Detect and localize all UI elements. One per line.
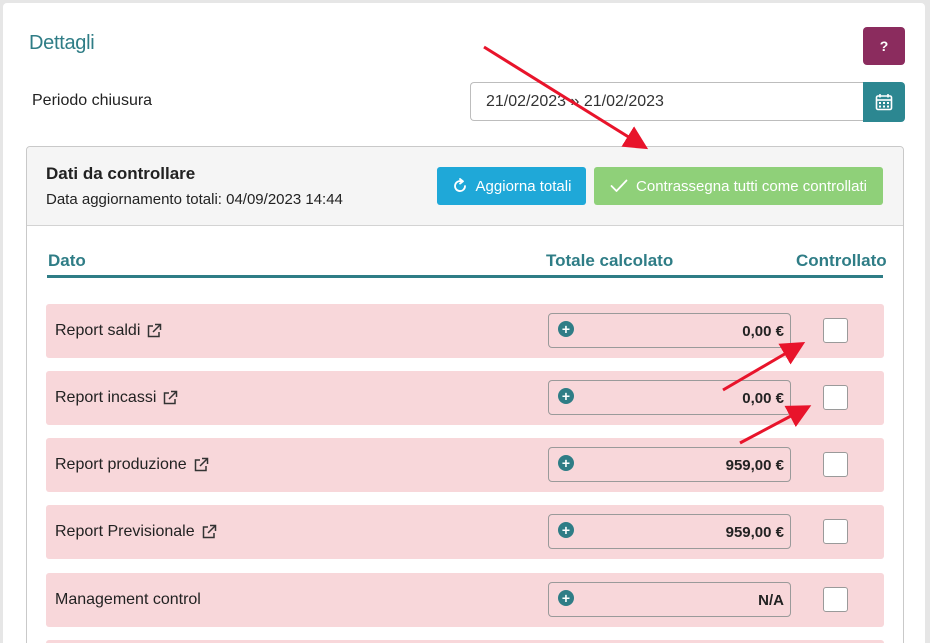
table-row: Report produzione + 959,00 € (46, 438, 884, 492)
refresh-totals-label: Aggiorna totali (475, 177, 572, 195)
refresh-icon (453, 178, 466, 192)
date-range-input[interactable]: 21/02/2023 » 21/02/2023 (470, 82, 864, 121)
row-label: Management control (55, 591, 201, 609)
plus-circle-icon[interactable]: + (558, 522, 574, 538)
help-button[interactable]: ? (863, 27, 905, 65)
total-field: + N/A (548, 582, 791, 617)
row-label-text[interactable]: Report produzione (55, 456, 187, 474)
table-row: Management control + N/A (46, 573, 884, 627)
row-label-text[interactable]: Report Previsionale (55, 523, 195, 541)
calendar-button[interactable] (863, 82, 905, 122)
external-link-icon[interactable] (201, 524, 217, 540)
row-label[interactable]: Report Previsionale (55, 523, 217, 541)
table-row: Report saldi + 0,00 € (46, 304, 884, 358)
table-row: Report Previsionale + 959,00 € (46, 505, 884, 559)
refresh-totals-button[interactable]: Aggiorna totali (437, 167, 586, 205)
table-row: Report incassi + 0,00 € (46, 371, 884, 425)
calendar-icon (875, 94, 893, 111)
external-link-icon[interactable] (162, 390, 178, 406)
total-amount: 0,00 € (742, 390, 784, 407)
panel-header: Dati da controllare Data aggiornamento t… (27, 147, 903, 226)
total-amount: 959,00 € (725, 457, 784, 474)
row-label[interactable]: Report saldi (55, 322, 162, 340)
row-label-text[interactable]: Report incassi (55, 389, 156, 407)
plus-circle-icon[interactable]: + (558, 388, 574, 404)
checked-checkbox[interactable] (823, 452, 848, 477)
checked-checkbox[interactable] (823, 318, 848, 343)
total-field: + 959,00 € (548, 514, 791, 549)
total-field: + 959,00 € (548, 447, 791, 482)
plus-circle-icon[interactable]: + (558, 321, 574, 337)
row-label[interactable]: Report produzione (55, 456, 209, 474)
check-icon (610, 179, 628, 192)
header-divider (47, 275, 883, 278)
checked-checkbox[interactable] (823, 385, 848, 410)
row-label-text[interactable]: Report saldi (55, 322, 140, 340)
column-header-dato: Dato (48, 251, 86, 270)
external-link-icon[interactable] (193, 457, 209, 473)
row-label[interactable]: Report incassi (55, 389, 178, 407)
total-amount: N/A (758, 592, 784, 609)
checked-checkbox[interactable] (823, 587, 848, 612)
mark-all-checked-button[interactable]: Contrassegna tutti come controllati (594, 167, 883, 205)
plus-circle-icon[interactable]: + (558, 455, 574, 471)
external-link-icon[interactable] (146, 323, 162, 339)
panel-title: Dati da controllare (46, 164, 196, 183)
mark-all-checked-label: Contrassegna tutti come controllati (636, 177, 867, 195)
total-amount: 0,00 € (742, 323, 784, 340)
total-field: + 0,00 € (548, 313, 791, 348)
page-title: Dettagli (29, 32, 95, 54)
period-label: Periodo chiusura (32, 92, 153, 109)
column-header-totale: Totale calcolato (546, 251, 674, 270)
row-label-text: Management control (55, 591, 201, 608)
checked-checkbox[interactable] (823, 519, 848, 544)
plus-circle-icon[interactable]: + (558, 590, 574, 606)
total-field: + 0,00 € (548, 380, 791, 415)
data-check-panel: Dati da controllare Data aggiornamento t… (26, 146, 904, 643)
total-amount: 959,00 € (725, 524, 784, 541)
totals-updated-text: Data aggiornamento totali: 04/09/2023 14… (46, 191, 343, 208)
column-header-controllato: Controllato (796, 251, 887, 270)
